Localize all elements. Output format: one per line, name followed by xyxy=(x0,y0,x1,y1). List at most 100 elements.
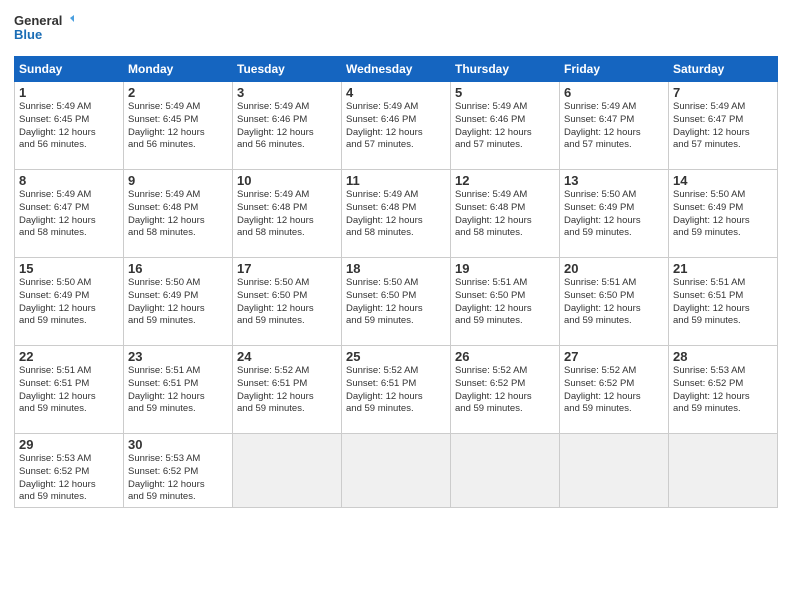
calendar-day: 7Sunrise: 5:49 AM Sunset: 6:47 PM Daylig… xyxy=(669,82,778,170)
day-number: 15 xyxy=(19,261,119,276)
calendar-day xyxy=(342,434,451,508)
calendar-day: 15Sunrise: 5:50 AM Sunset: 6:49 PM Dayli… xyxy=(15,258,124,346)
logo: General Blue xyxy=(14,12,74,50)
days-header-row: SundayMondayTuesdayWednesdayThursdayFrid… xyxy=(15,57,778,82)
day-info: Sunrise: 5:49 AM Sunset: 6:48 PM Dayligh… xyxy=(128,189,228,240)
calendar-day: 16Sunrise: 5:50 AM Sunset: 6:49 PM Dayli… xyxy=(124,258,233,346)
calendar-week-4: 22Sunrise: 5:51 AM Sunset: 6:51 PM Dayli… xyxy=(15,346,778,434)
calendar-day: 10Sunrise: 5:49 AM Sunset: 6:48 PM Dayli… xyxy=(233,170,342,258)
calendar-day: 28Sunrise: 5:53 AM Sunset: 6:52 PM Dayli… xyxy=(669,346,778,434)
day-number: 24 xyxy=(237,349,337,364)
day-number: 5 xyxy=(455,85,555,100)
day-info: Sunrise: 5:49 AM Sunset: 6:48 PM Dayligh… xyxy=(455,189,555,240)
day-number: 4 xyxy=(346,85,446,100)
svg-text:General: General xyxy=(14,13,62,28)
day-header-monday: Monday xyxy=(124,57,233,82)
day-number: 13 xyxy=(564,173,664,188)
calendar-day: 14Sunrise: 5:50 AM Sunset: 6:49 PM Dayli… xyxy=(669,170,778,258)
day-info: Sunrise: 5:49 AM Sunset: 6:46 PM Dayligh… xyxy=(346,101,446,152)
day-info: Sunrise: 5:51 AM Sunset: 6:50 PM Dayligh… xyxy=(455,277,555,328)
calendar-day: 11Sunrise: 5:49 AM Sunset: 6:48 PM Dayli… xyxy=(342,170,451,258)
calendar-day: 30Sunrise: 5:53 AM Sunset: 6:52 PM Dayli… xyxy=(124,434,233,508)
calendar-day: 22Sunrise: 5:51 AM Sunset: 6:51 PM Dayli… xyxy=(15,346,124,434)
calendar-day: 3Sunrise: 5:49 AM Sunset: 6:46 PM Daylig… xyxy=(233,82,342,170)
day-number: 11 xyxy=(346,173,446,188)
calendar-day: 12Sunrise: 5:49 AM Sunset: 6:48 PM Dayli… xyxy=(451,170,560,258)
day-info: Sunrise: 5:50 AM Sunset: 6:50 PM Dayligh… xyxy=(237,277,337,328)
header: General Blue xyxy=(14,12,778,50)
day-info: Sunrise: 5:49 AM Sunset: 6:47 PM Dayligh… xyxy=(564,101,664,152)
day-info: Sunrise: 5:53 AM Sunset: 6:52 PM Dayligh… xyxy=(673,365,773,416)
day-number: 2 xyxy=(128,85,228,100)
calendar-day: 24Sunrise: 5:52 AM Sunset: 6:51 PM Dayli… xyxy=(233,346,342,434)
day-header-saturday: Saturday xyxy=(669,57,778,82)
day-number: 16 xyxy=(128,261,228,276)
day-number: 12 xyxy=(455,173,555,188)
day-number: 18 xyxy=(346,261,446,276)
day-number: 14 xyxy=(673,173,773,188)
day-header-sunday: Sunday xyxy=(15,57,124,82)
day-number: 29 xyxy=(19,437,119,452)
day-number: 7 xyxy=(673,85,773,100)
day-number: 25 xyxy=(346,349,446,364)
day-info: Sunrise: 5:51 AM Sunset: 6:51 PM Dayligh… xyxy=(673,277,773,328)
day-number: 22 xyxy=(19,349,119,364)
calendar-day xyxy=(451,434,560,508)
day-info: Sunrise: 5:50 AM Sunset: 6:49 PM Dayligh… xyxy=(19,277,119,328)
calendar-week-5: 29Sunrise: 5:53 AM Sunset: 6:52 PM Dayli… xyxy=(15,434,778,508)
calendar-day xyxy=(669,434,778,508)
day-number: 30 xyxy=(128,437,228,452)
day-number: 6 xyxy=(564,85,664,100)
day-info: Sunrise: 5:51 AM Sunset: 6:51 PM Dayligh… xyxy=(128,365,228,416)
calendar-day: 23Sunrise: 5:51 AM Sunset: 6:51 PM Dayli… xyxy=(124,346,233,434)
day-number: 28 xyxy=(673,349,773,364)
calendar-day: 27Sunrise: 5:52 AM Sunset: 6:52 PM Dayli… xyxy=(560,346,669,434)
day-info: Sunrise: 5:52 AM Sunset: 6:52 PM Dayligh… xyxy=(455,365,555,416)
day-number: 20 xyxy=(564,261,664,276)
calendar-day: 4Sunrise: 5:49 AM Sunset: 6:46 PM Daylig… xyxy=(342,82,451,170)
day-info: Sunrise: 5:53 AM Sunset: 6:52 PM Dayligh… xyxy=(128,453,228,504)
calendar-day: 29Sunrise: 5:53 AM Sunset: 6:52 PM Dayli… xyxy=(15,434,124,508)
day-number: 3 xyxy=(237,85,337,100)
day-info: Sunrise: 5:51 AM Sunset: 6:51 PM Dayligh… xyxy=(19,365,119,416)
day-info: Sunrise: 5:49 AM Sunset: 6:46 PM Dayligh… xyxy=(237,101,337,152)
calendar-week-2: 8Sunrise: 5:49 AM Sunset: 6:47 PM Daylig… xyxy=(15,170,778,258)
day-number: 8 xyxy=(19,173,119,188)
calendar-day: 6Sunrise: 5:49 AM Sunset: 6:47 PM Daylig… xyxy=(560,82,669,170)
day-number: 1 xyxy=(19,85,119,100)
day-info: Sunrise: 5:53 AM Sunset: 6:52 PM Dayligh… xyxy=(19,453,119,504)
calendar-day: 2Sunrise: 5:49 AM Sunset: 6:45 PM Daylig… xyxy=(124,82,233,170)
day-header-friday: Friday xyxy=(560,57,669,82)
calendar-day: 9Sunrise: 5:49 AM Sunset: 6:48 PM Daylig… xyxy=(124,170,233,258)
day-header-tuesday: Tuesday xyxy=(233,57,342,82)
calendar-day: 19Sunrise: 5:51 AM Sunset: 6:50 PM Dayli… xyxy=(451,258,560,346)
day-info: Sunrise: 5:49 AM Sunset: 6:48 PM Dayligh… xyxy=(346,189,446,240)
day-info: Sunrise: 5:50 AM Sunset: 6:50 PM Dayligh… xyxy=(346,277,446,328)
day-info: Sunrise: 5:49 AM Sunset: 6:47 PM Dayligh… xyxy=(673,101,773,152)
day-info: Sunrise: 5:49 AM Sunset: 6:45 PM Dayligh… xyxy=(128,101,228,152)
calendar-week-1: 1Sunrise: 5:49 AM Sunset: 6:45 PM Daylig… xyxy=(15,82,778,170)
day-info: Sunrise: 5:50 AM Sunset: 6:49 PM Dayligh… xyxy=(564,189,664,240)
calendar-day xyxy=(233,434,342,508)
day-info: Sunrise: 5:49 AM Sunset: 6:45 PM Dayligh… xyxy=(19,101,119,152)
calendar-day: 5Sunrise: 5:49 AM Sunset: 6:46 PM Daylig… xyxy=(451,82,560,170)
day-header-thursday: Thursday xyxy=(451,57,560,82)
calendar-day: 8Sunrise: 5:49 AM Sunset: 6:47 PM Daylig… xyxy=(15,170,124,258)
calendar-day: 25Sunrise: 5:52 AM Sunset: 6:51 PM Dayli… xyxy=(342,346,451,434)
day-info: Sunrise: 5:49 AM Sunset: 6:47 PM Dayligh… xyxy=(19,189,119,240)
calendar-day: 20Sunrise: 5:51 AM Sunset: 6:50 PM Dayli… xyxy=(560,258,669,346)
day-info: Sunrise: 5:52 AM Sunset: 6:51 PM Dayligh… xyxy=(346,365,446,416)
svg-text:Blue: Blue xyxy=(14,27,42,42)
day-number: 21 xyxy=(673,261,773,276)
day-number: 17 xyxy=(237,261,337,276)
day-info: Sunrise: 5:52 AM Sunset: 6:52 PM Dayligh… xyxy=(564,365,664,416)
day-number: 27 xyxy=(564,349,664,364)
day-number: 10 xyxy=(237,173,337,188)
day-number: 19 xyxy=(455,261,555,276)
calendar-day: 17Sunrise: 5:50 AM Sunset: 6:50 PM Dayli… xyxy=(233,258,342,346)
calendar-day: 18Sunrise: 5:50 AM Sunset: 6:50 PM Dayli… xyxy=(342,258,451,346)
calendar-day: 21Sunrise: 5:51 AM Sunset: 6:51 PM Dayli… xyxy=(669,258,778,346)
calendar-table: SundayMondayTuesdayWednesdayThursdayFrid… xyxy=(14,56,778,508)
day-info: Sunrise: 5:49 AM Sunset: 6:48 PM Dayligh… xyxy=(237,189,337,240)
calendar-day: 26Sunrise: 5:52 AM Sunset: 6:52 PM Dayli… xyxy=(451,346,560,434)
